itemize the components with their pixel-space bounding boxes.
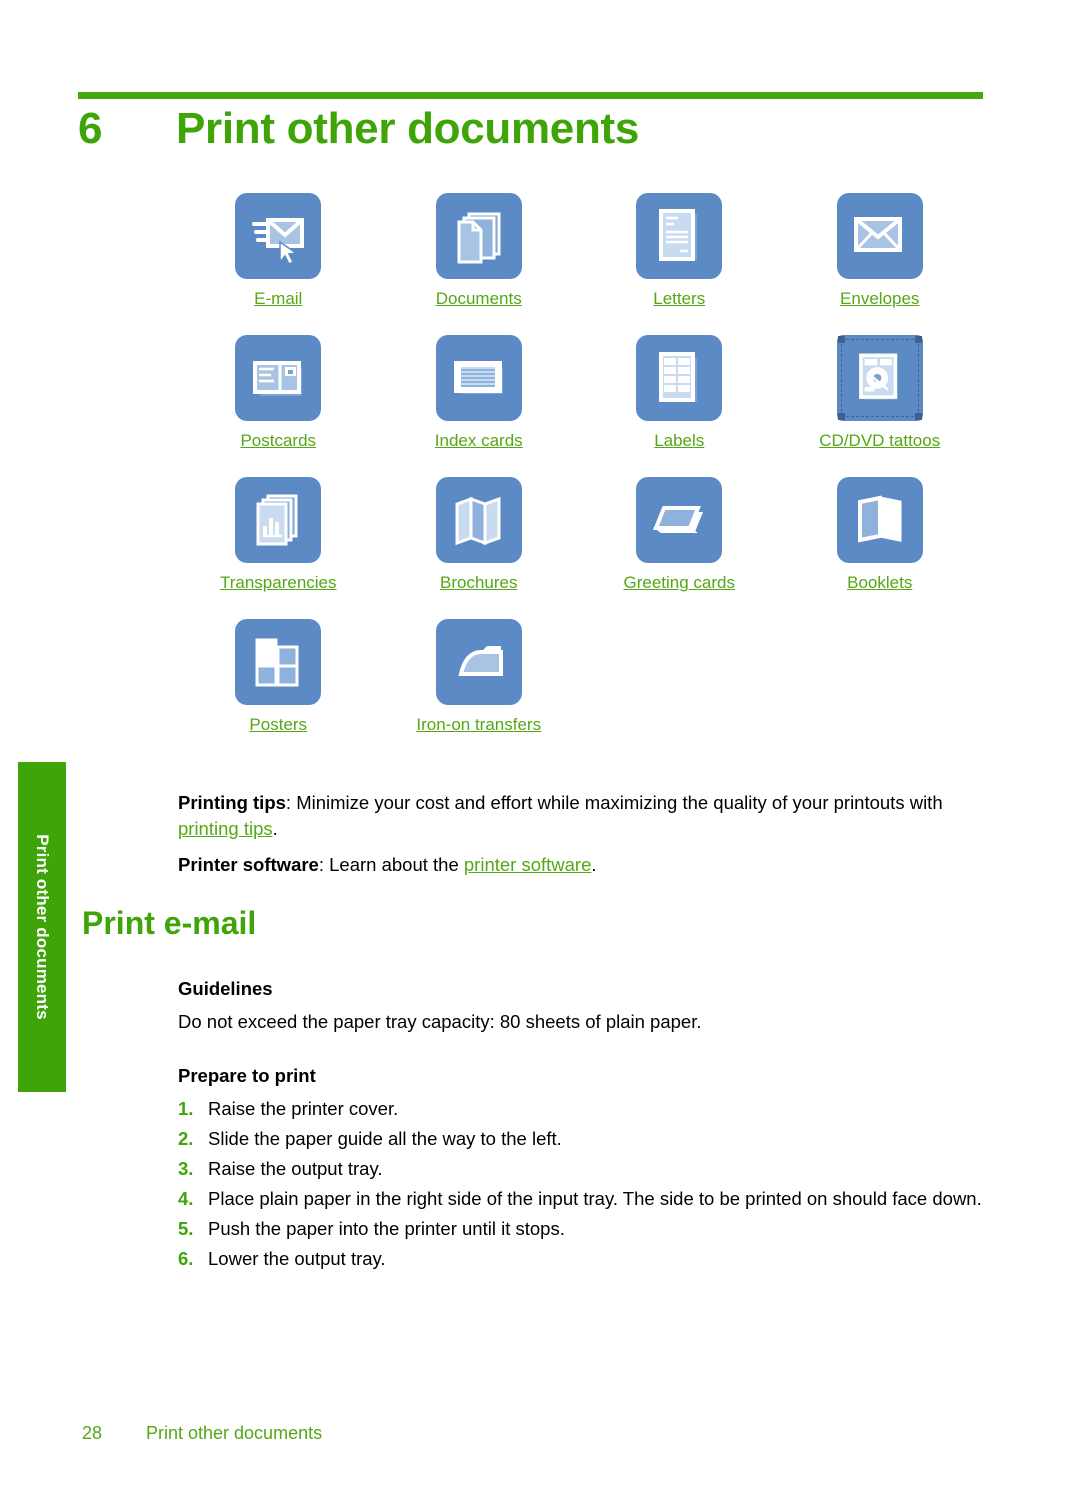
- grid-item-label[interactable]: Booklets: [847, 573, 912, 593]
- step-text: Push the paper into the printer until it…: [208, 1218, 565, 1239]
- email-with-cursor-icon[interactable]: [235, 193, 322, 279]
- grid-item-empty: [579, 619, 780, 735]
- grid-item-label[interactable]: Letters: [653, 289, 705, 309]
- letter-page-icon[interactable]: [636, 193, 723, 279]
- grid-item-envelopes[interactable]: Envelopes: [780, 193, 981, 309]
- printer-software-text: : Learn about the: [318, 854, 464, 875]
- grid-item-postcards[interactable]: Postcards: [178, 335, 379, 451]
- greeting-card-icon[interactable]: [636, 477, 723, 563]
- step-number: 5.: [178, 1218, 194, 1239]
- grid-item-documents[interactable]: Documents: [379, 193, 580, 309]
- grid-item-iron-on-transfers[interactable]: Iron-on transfers: [379, 619, 580, 735]
- step-text: Place plain paper in the right side of t…: [208, 1188, 982, 1209]
- stacked-documents-icon[interactable]: [435, 193, 522, 279]
- list-item: 4. Place plain paper in the right side o…: [178, 1186, 986, 1212]
- printing-tips-text: : Minimize your cost and effort while ma…: [285, 792, 943, 813]
- side-tab-label: Print other documents: [33, 834, 52, 1020]
- grid-item-empty: [780, 619, 981, 735]
- grid-item-label[interactable]: Index cards: [435, 431, 523, 451]
- intro-text-block: Printing tips: Minimize your cost and ef…: [178, 790, 986, 888]
- icon-row: Transparencies Brochures Greeting cards …: [178, 477, 980, 593]
- grid-item-label[interactable]: Labels: [654, 431, 704, 451]
- list-item: 3. Raise the output tray.: [178, 1156, 986, 1182]
- grid-item-greeting-cards[interactable]: Greeting cards: [579, 477, 780, 593]
- document-type-grid: E-mail Documents Letters Envelopes Postc…: [178, 193, 980, 735]
- grid-item-label[interactable]: Documents: [436, 289, 522, 309]
- chapter-number: 6: [78, 104, 103, 153]
- step-text: Slide the paper guide all the way to the…: [208, 1128, 562, 1149]
- list-item: 5. Push the paper into the printer until…: [178, 1216, 986, 1242]
- step-text: Raise the output tray.: [208, 1158, 383, 1179]
- label-sheet-icon[interactable]: [636, 335, 723, 421]
- list-item: 2. Slide the paper guide all the way to …: [178, 1126, 986, 1152]
- grid-item-posters[interactable]: Posters: [178, 619, 379, 735]
- booklet-icon[interactable]: [836, 477, 923, 563]
- grid-item-cd-dvd-tattoos[interactable]: CD/DVD tattoos: [780, 335, 981, 451]
- list-item: 1. Raise the printer cover.: [178, 1096, 986, 1122]
- iron-icon[interactable]: [435, 619, 522, 705]
- grid-item-brochures[interactable]: Brochures: [379, 477, 580, 593]
- step-number: 4.: [178, 1188, 194, 1209]
- selection-handle-icon: [914, 336, 922, 343]
- icon-row: Postcards Index cards Labels CD/DVD tatt…: [178, 335, 980, 451]
- cd-dvd-tattoo-icon[interactable]: [836, 335, 923, 421]
- printer-software-paragraph: Printer software: Learn about the printe…: [178, 852, 986, 878]
- selection-dashed-border: [840, 339, 919, 417]
- folded-brochure-icon[interactable]: [435, 477, 522, 563]
- icon-row: E-mail Documents Letters Envelopes: [178, 193, 980, 309]
- grid-item-letters[interactable]: Letters: [579, 193, 780, 309]
- prepare-steps-list: 1. Raise the printer cover. 2. Slide the…: [178, 1096, 986, 1272]
- printing-tips-link[interactable]: printing tips: [178, 818, 273, 839]
- grid-item-booklets[interactable]: Booklets: [780, 477, 981, 593]
- printer-software-link[interactable]: printer software: [464, 854, 592, 875]
- chapter-header: 6 Print other documents: [78, 104, 988, 154]
- guidelines-heading: Guidelines: [178, 978, 273, 999]
- step-number: 2.: [178, 1128, 194, 1149]
- side-tab-chapter-marker: Print other documents: [18, 762, 66, 1092]
- envelope-icon[interactable]: [836, 193, 923, 279]
- grid-item-label[interactable]: Greeting cards: [624, 573, 736, 593]
- grid-item-label[interactable]: Transparencies: [220, 573, 337, 593]
- poster-tiles-icon[interactable]: [235, 619, 322, 705]
- printer-software-label: Printer software: [178, 854, 319, 875]
- grid-item-index-cards[interactable]: Index cards: [379, 335, 580, 451]
- grid-item-email[interactable]: E-mail: [178, 193, 379, 309]
- grid-item-transparencies[interactable]: Transparencies: [178, 477, 379, 593]
- icon-row: Posters Iron-on transfers: [178, 619, 980, 735]
- step-number: 3.: [178, 1158, 194, 1179]
- selection-handle-icon: [837, 413, 845, 420]
- section-content: Guidelines Do not exceed the paper tray …: [178, 978, 986, 1276]
- page-title: Print other documents: [176, 104, 640, 153]
- grid-item-labels[interactable]: Labels: [579, 335, 780, 451]
- prepare-to-print-heading: Prepare to print: [178, 1065, 316, 1086]
- list-item: 6. Lower the output tray.: [178, 1246, 986, 1272]
- postcard-icon[interactable]: [235, 335, 322, 421]
- step-text: Lower the output tray.: [208, 1248, 386, 1269]
- grid-item-label[interactable]: Envelopes: [840, 289, 919, 309]
- step-number: 6.: [178, 1248, 194, 1269]
- guidelines-text: Do not exceed the paper tray capacity: 8…: [178, 1011, 702, 1032]
- footer-page-number: 28: [82, 1423, 103, 1443]
- footer-chapter-name: Print other documents: [146, 1423, 323, 1443]
- grid-item-label[interactable]: E-mail: [254, 289, 302, 309]
- page-footer: 28 Print other documents: [82, 1423, 322, 1444]
- section-heading: Print e-mail: [82, 905, 257, 941]
- printer-software-text-end: .: [591, 854, 597, 875]
- step-text: Raise the printer cover.: [208, 1098, 399, 1119]
- transparency-chart-icon[interactable]: [235, 477, 322, 563]
- chapter-divider-rule: [78, 92, 983, 99]
- printing-tips-paragraph: Printing tips: Minimize your cost and ef…: [178, 790, 986, 842]
- grid-item-label[interactable]: Posters: [249, 715, 307, 735]
- selection-handle-icon: [837, 336, 845, 343]
- printing-tips-label: Printing tips: [178, 792, 286, 813]
- grid-item-label[interactable]: Postcards: [240, 431, 316, 451]
- step-number: 1.: [178, 1098, 194, 1119]
- grid-item-label[interactable]: Brochures: [440, 573, 517, 593]
- grid-item-label[interactable]: CD/DVD tattoos: [819, 431, 940, 451]
- grid-item-label[interactable]: Iron-on transfers: [416, 715, 541, 735]
- printing-tips-text-end: .: [272, 818, 278, 839]
- selection-handle-icon: [914, 413, 922, 420]
- index-card-icon[interactable]: [435, 335, 522, 421]
